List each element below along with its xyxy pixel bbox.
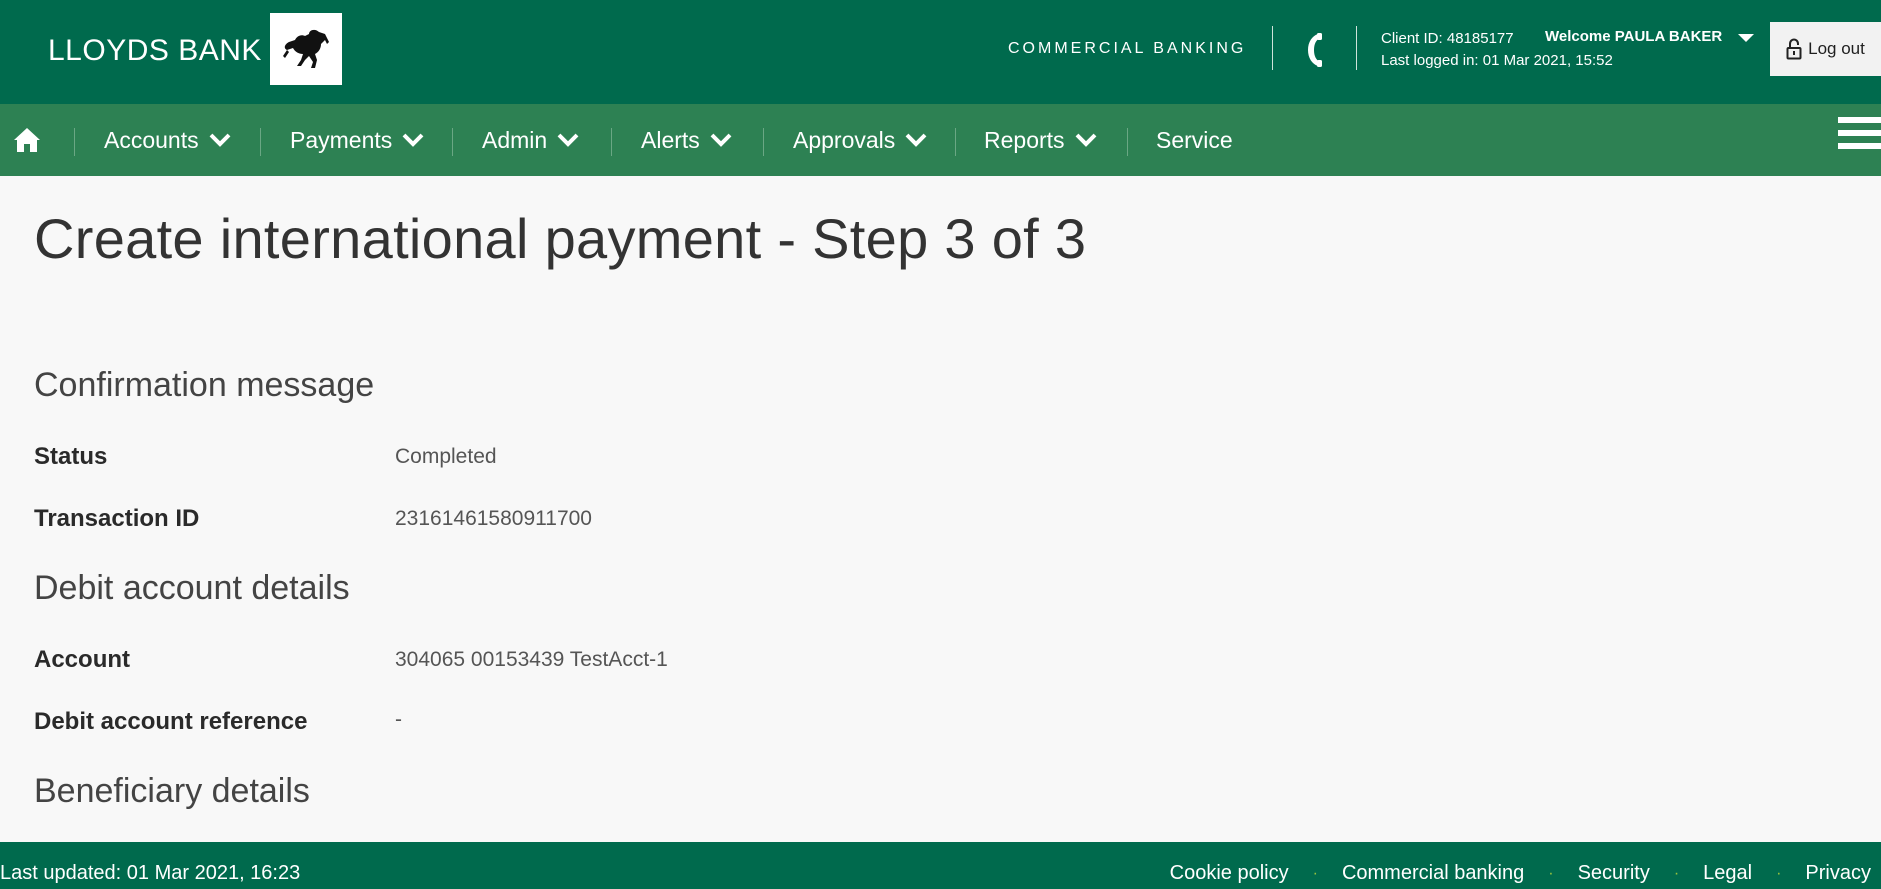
debit-reference-label: Debit account reference xyxy=(34,708,308,735)
main-nav: Accounts Payments Admin Alerts Approvals… xyxy=(0,104,1881,176)
nav-divider xyxy=(74,128,75,156)
footer-link-security[interactable]: Security xyxy=(1578,862,1650,885)
footer: Last updated: 01 Mar 2021, 16:23 Cookie … xyxy=(0,842,1881,889)
footer-separator: · xyxy=(1312,864,1318,882)
transaction-id-label: Transaction ID xyxy=(34,505,200,532)
top-header: LLOYDS BANK COMMERCIAL BANKING Client ID… xyxy=(0,0,1881,104)
welcome-user[interactable]: Welcome PAULA BAKER xyxy=(1545,28,1722,45)
beneficiary-heading: Beneficiary details xyxy=(34,772,310,810)
nav-label: Payments xyxy=(290,126,393,153)
logout-button[interactable]: Log out xyxy=(1770,22,1881,76)
footer-separator: · xyxy=(1776,864,1782,882)
status-label: Status xyxy=(34,443,108,470)
status-value: Completed xyxy=(395,445,497,468)
last-logged-in: Last logged in: 01 Mar 2021, 15:52 xyxy=(1381,52,1613,69)
last-updated: Last updated: 01 Mar 2021, 16:23 xyxy=(0,862,301,884)
debit-reference-value: - xyxy=(395,708,402,731)
nav-divider xyxy=(260,128,261,156)
nav-divider xyxy=(955,128,956,156)
nav-divider xyxy=(763,128,764,156)
nav-label: Reports xyxy=(984,126,1065,153)
padlock-icon xyxy=(1786,38,1802,60)
chevron-down-icon xyxy=(557,133,579,147)
user-menu-caret-icon[interactable] xyxy=(1738,34,1754,42)
nav-item-service[interactable]: Service xyxy=(1156,104,1233,176)
home-icon[interactable] xyxy=(12,126,42,154)
nav-item-reports[interactable]: Reports xyxy=(984,104,1097,176)
header-divider xyxy=(1272,26,1273,70)
nav-divider xyxy=(1127,128,1128,156)
footer-link-legal[interactable]: Legal xyxy=(1703,862,1752,885)
phone-icon[interactable] xyxy=(1302,32,1324,68)
page-title: Create international payment - Step 3 of… xyxy=(34,207,1087,270)
nav-divider xyxy=(452,128,453,156)
nav-label: Service xyxy=(1156,126,1233,153)
nav-item-admin[interactable]: Admin xyxy=(482,104,579,176)
nav-label: Approvals xyxy=(793,126,896,153)
confirmation-heading: Confirmation message xyxy=(34,366,375,404)
brand-name: LLOYDS BANK xyxy=(48,34,262,67)
nav-item-approvals[interactable]: Approvals xyxy=(793,104,927,176)
logout-label: Log out xyxy=(1808,39,1865,58)
nav-item-alerts[interactable]: Alerts xyxy=(641,104,732,176)
chevron-down-icon xyxy=(402,133,424,147)
footer-links: Cookie policy · Commercial banking · Sec… xyxy=(1170,862,1871,885)
chevron-down-icon xyxy=(710,133,732,147)
chevron-down-icon xyxy=(905,133,927,147)
footer-link-cookie-policy[interactable]: Cookie policy xyxy=(1170,862,1289,885)
nav-label: Alerts xyxy=(641,126,700,153)
chevron-down-icon xyxy=(209,133,231,147)
debit-account-heading: Debit account details xyxy=(34,569,350,607)
black-horse-logo[interactable] xyxy=(270,13,342,85)
footer-link-privacy[interactable]: Privacy xyxy=(1805,862,1871,885)
transaction-id-value: 23161461580911700 xyxy=(395,507,592,530)
footer-link-commercial-banking[interactable]: Commercial banking xyxy=(1342,862,1524,885)
chevron-down-icon xyxy=(1075,133,1096,147)
nav-label: Accounts xyxy=(104,126,199,153)
nav-item-accounts[interactable]: Accounts xyxy=(104,104,231,176)
account-value: 304065 00153439 TestAcct-1 xyxy=(395,648,668,671)
nav-item-payments[interactable]: Payments xyxy=(290,104,424,176)
nav-divider xyxy=(611,128,612,156)
footer-separator: · xyxy=(1673,864,1680,882)
hamburger-menu-icon[interactable] xyxy=(1838,117,1881,157)
commercial-banking-label: COMMERCIAL BANKING xyxy=(1008,40,1247,57)
nav-label: Admin xyxy=(482,126,548,153)
account-label: Account xyxy=(34,646,130,673)
footer-separator: · xyxy=(1548,864,1554,882)
horse-icon xyxy=(283,29,329,68)
header-divider xyxy=(1356,26,1357,70)
